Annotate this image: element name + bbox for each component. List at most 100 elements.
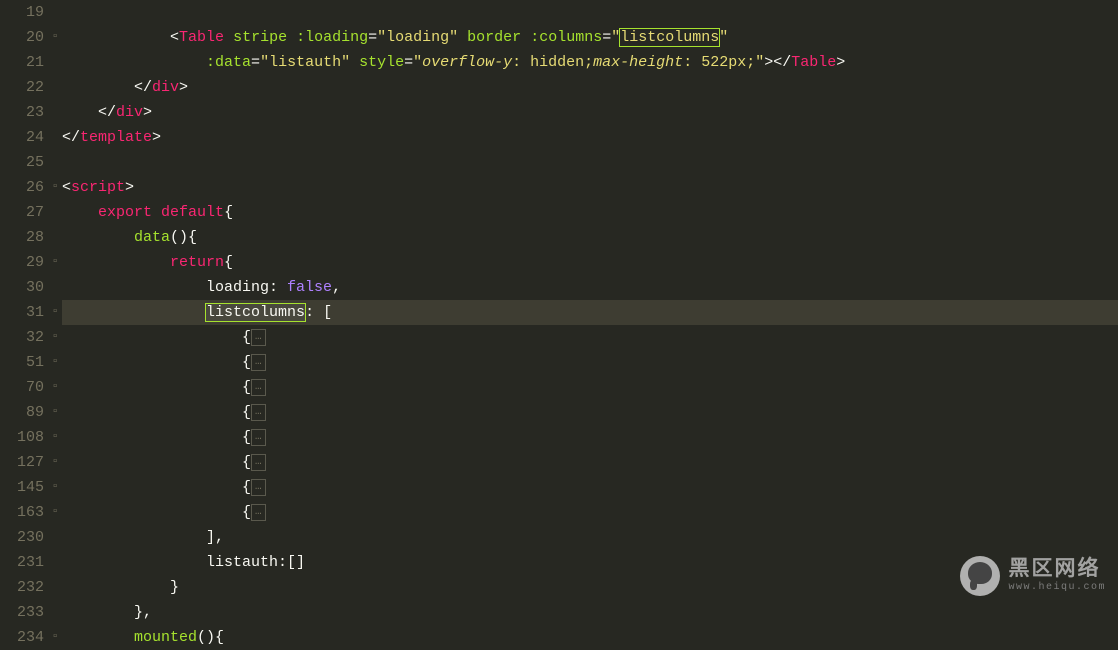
line-number: 32 [0, 325, 48, 350]
code-line[interactable]: 145▫ {… [0, 475, 1118, 500]
fold-placeholder: … [251, 504, 266, 521]
code-content[interactable]: return{ [62, 250, 1118, 275]
code-line[interactable]: 234▫ mounted(){ [0, 625, 1118, 650]
code-content[interactable]: </div> [62, 75, 1118, 100]
line-number: 108 [0, 425, 48, 450]
line-number: 31 [0, 300, 48, 325]
fold-marker[interactable]: ▫ [48, 25, 62, 50]
code-line[interactable]: 230 ], [0, 525, 1118, 550]
line-number: 234 [0, 625, 48, 650]
fold-marker[interactable]: ▫ [48, 625, 62, 650]
code-editor[interactable]: 1920▫ <Table stripe :loading="loading" b… [0, 0, 1118, 650]
code-line[interactable]: 23 </div> [0, 100, 1118, 125]
code-line[interactable]: 89▫ {… [0, 400, 1118, 425]
search-match: listcolumns [620, 29, 719, 46]
code-line[interactable]: 27 export default{ [0, 200, 1118, 225]
code-content[interactable]: {… [62, 350, 1118, 375]
code-line[interactable]: 32▫ {… [0, 325, 1118, 350]
code-content[interactable]: {… [62, 400, 1118, 425]
fold-placeholder: … [251, 404, 266, 421]
code-content[interactable]: </template> [62, 125, 1118, 150]
code-content[interactable]: <script> [62, 175, 1118, 200]
fold-marker[interactable]: ▫ [48, 300, 62, 325]
fold-marker[interactable]: ▫ [48, 350, 62, 375]
code-content[interactable]: data(){ [62, 225, 1118, 250]
code-line[interactable]: 29▫ return{ [0, 250, 1118, 275]
code-content[interactable] [62, 150, 1118, 175]
line-number: 232 [0, 575, 48, 600]
fold-marker[interactable]: ▫ [48, 425, 62, 450]
code-line[interactable]: 24</template> [0, 125, 1118, 150]
line-number: 23 [0, 100, 48, 125]
code-content[interactable]: listauth:[] [62, 550, 1118, 575]
line-number: 21 [0, 50, 48, 75]
code-line[interactable]: 26▫<script> [0, 175, 1118, 200]
code-line[interactable]: 51▫ {… [0, 350, 1118, 375]
fold-marker[interactable]: ▫ [48, 175, 62, 200]
line-number: 29 [0, 250, 48, 275]
line-number: 233 [0, 600, 48, 625]
fold-marker[interactable]: ▫ [48, 375, 62, 400]
fold-marker [48, 200, 62, 225]
fold-placeholder: … [251, 479, 266, 496]
fold-marker [48, 50, 62, 75]
search-match-current: listcolumns [206, 304, 305, 321]
code-line[interactable]: 232 } [0, 575, 1118, 600]
code-line[interactable]: 20▫ <Table stripe :loading="loading" bor… [0, 25, 1118, 50]
code-line[interactable]: 28 data(){ [0, 225, 1118, 250]
code-content[interactable]: }, [62, 600, 1118, 625]
code-content[interactable]: loading: false, [62, 275, 1118, 300]
code-content[interactable]: {… [62, 475, 1118, 500]
fold-marker [48, 225, 62, 250]
code-content[interactable]: {… [62, 325, 1118, 350]
fold-placeholder: … [251, 329, 266, 346]
code-content[interactable]: {… [62, 500, 1118, 525]
line-number: 70 [0, 375, 48, 400]
code-content[interactable]: listcolumns: [ [62, 300, 1118, 325]
code-content[interactable]: {… [62, 375, 1118, 400]
code-line[interactable]: 25 [0, 150, 1118, 175]
code-content[interactable]: {… [62, 450, 1118, 475]
code-line[interactable]: 70▫ {… [0, 375, 1118, 400]
line-number: 51 [0, 350, 48, 375]
line-number: 26 [0, 175, 48, 200]
fold-marker [48, 100, 62, 125]
fold-placeholder: … [251, 379, 266, 396]
code-content[interactable]: ], [62, 525, 1118, 550]
code-content[interactable]: export default{ [62, 200, 1118, 225]
code-content[interactable]: :data="listauth" style="overflow-y: hidd… [62, 50, 1118, 75]
fold-marker[interactable]: ▫ [48, 450, 62, 475]
code-line[interactable]: 231 listauth:[] [0, 550, 1118, 575]
line-number: 30 [0, 275, 48, 300]
fold-marker[interactable]: ▫ [48, 325, 62, 350]
fold-marker[interactable]: ▫ [48, 500, 62, 525]
fold-marker[interactable]: ▫ [48, 250, 62, 275]
fold-marker [48, 600, 62, 625]
fold-marker [48, 575, 62, 600]
fold-marker [48, 275, 62, 300]
code-content[interactable] [62, 0, 1118, 25]
fold-placeholder: … [251, 454, 266, 471]
code-line[interactable]: 21 :data="listauth" style="overflow-y: h… [0, 50, 1118, 75]
line-number: 230 [0, 525, 48, 550]
code-content[interactable]: } [62, 575, 1118, 600]
line-number: 25 [0, 150, 48, 175]
code-content[interactable]: </div> [62, 100, 1118, 125]
line-number: 20 [0, 25, 48, 50]
fold-marker[interactable]: ▫ [48, 475, 62, 500]
code-content[interactable]: mounted(){ [62, 625, 1118, 650]
code-content[interactable]: {… [62, 425, 1118, 450]
line-number: 145 [0, 475, 48, 500]
code-content[interactable]: <Table stripe :loading="loading" border … [62, 25, 1118, 50]
code-line[interactable]: 22 </div> [0, 75, 1118, 100]
fold-marker [48, 75, 62, 100]
code-line[interactable]: 31▫ listcolumns: [ [0, 300, 1118, 325]
code-line[interactable]: 127▫ {… [0, 450, 1118, 475]
code-line[interactable]: 30 loading: false, [0, 275, 1118, 300]
code-line[interactable]: 233 }, [0, 600, 1118, 625]
code-line[interactable]: 108▫ {… [0, 425, 1118, 450]
code-line[interactable]: 163▫ {… [0, 500, 1118, 525]
fold-marker[interactable]: ▫ [48, 400, 62, 425]
line-number: 89 [0, 400, 48, 425]
code-line[interactable]: 19 [0, 0, 1118, 25]
